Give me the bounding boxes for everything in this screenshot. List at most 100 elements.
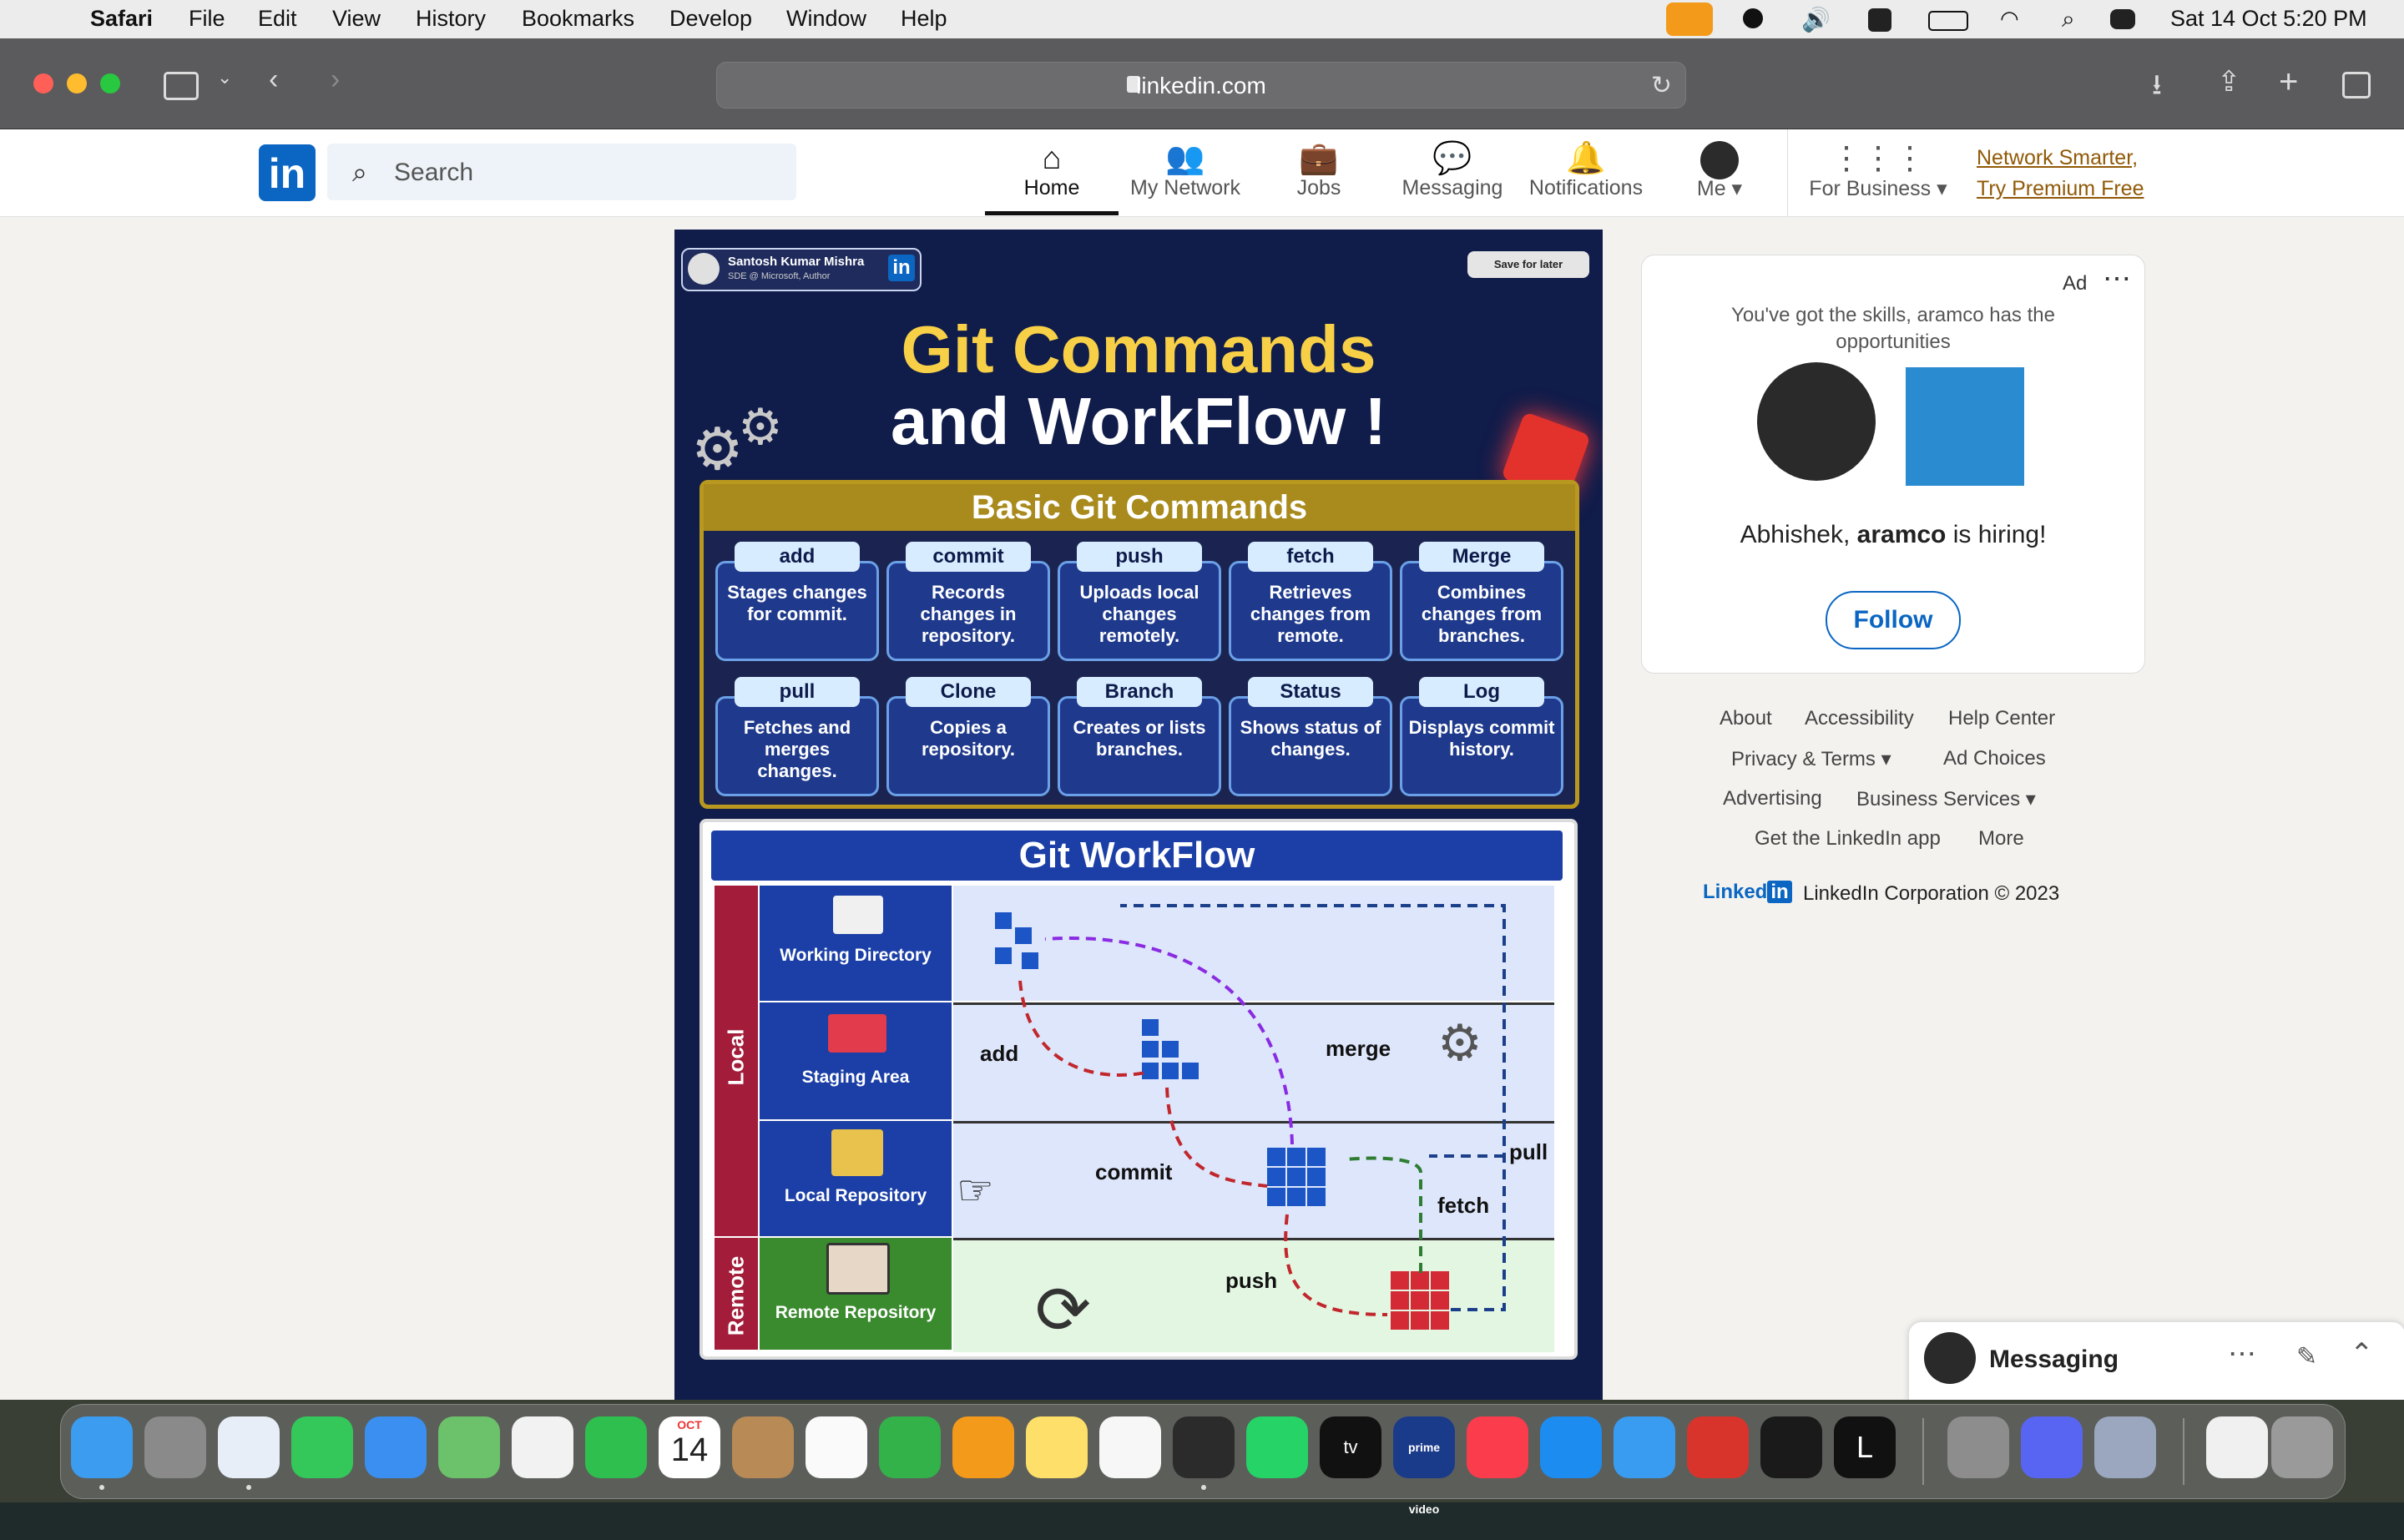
- nav-me[interactable]: Me ▾: [1657, 141, 1782, 201]
- pages-icon[interactable]: [952, 1416, 1014, 1478]
- forward-arrow-icon[interactable]: ›: [331, 63, 340, 96]
- app-store-icon[interactable]: [1540, 1416, 1602, 1478]
- footer-help[interactable]: Help Center: [1948, 707, 2055, 730]
- nav-home[interactable]: ⌂ Home: [989, 141, 1114, 200]
- safari-icon[interactable]: [218, 1416, 280, 1478]
- gear-icon: ⚙: [738, 399, 783, 455]
- nav-network-label: My Network: [1130, 176, 1240, 199]
- premium-link[interactable]: Network Smarter, Try Premium Free: [1977, 143, 2144, 204]
- prime-video-icon[interactable]: prime video: [1393, 1416, 1455, 1516]
- microphone-icon[interactable]: [1666, 3, 1713, 36]
- footer-more[interactable]: More: [1978, 827, 2024, 851]
- wf-merge-label: merge: [1326, 1036, 1391, 1061]
- discord-icon[interactable]: [2021, 1416, 2083, 1478]
- menu-help[interactable]: Help: [901, 6, 947, 32]
- close-window-button[interactable]: [33, 73, 53, 93]
- macos-dock: OCT 14 tv prime video L: [60, 1404, 2346, 1516]
- mail-icon[interactable]: [365, 1416, 427, 1478]
- compose-icon[interactable]: ✎: [2296, 1342, 2317, 1371]
- wf-push-label: push: [1225, 1268, 1278, 1293]
- chevron-down-icon[interactable]: ⌄: [217, 67, 232, 88]
- apple-tv-icon[interactable]: tv: [1320, 1416, 1381, 1478]
- l-app-icon[interactable]: L: [1834, 1416, 1896, 1478]
- control-center-icon[interactable]: [2110, 9, 2135, 29]
- voice-memos-icon[interactable]: [1173, 1416, 1235, 1478]
- maps-icon[interactable]: [438, 1416, 500, 1478]
- footer-about[interactable]: About: [1720, 707, 1772, 730]
- notes-icon[interactable]: [1026, 1416, 1088, 1478]
- gears-icon: ⚙: [1437, 1015, 1482, 1071]
- volume-icon[interactable]: 🔊: [1801, 6, 1831, 33]
- nav-for-business[interactable]: ⋮⋮⋮ For Business ▾: [1803, 141, 1953, 201]
- record-icon[interactable]: [1743, 8, 1763, 28]
- spotlight-search-icon[interactable]: ⌕: [2062, 6, 2075, 33]
- command-name: fetch: [1248, 542, 1373, 572]
- trash-icon[interactable]: [2271, 1416, 2333, 1478]
- battery-icon[interactable]: [1928, 11, 1968, 31]
- finder-icon[interactable]: [71, 1416, 133, 1478]
- freeform-icon[interactable]: [1099, 1416, 1161, 1478]
- photos-icon[interactable]: [512, 1416, 573, 1478]
- follow-button[interactable]: Follow: [1826, 591, 1961, 649]
- command-description: Copies a repository.: [921, 717, 1016, 760]
- remote-desktop-icon[interactable]: [1687, 1416, 1749, 1478]
- calendar-icon[interactable]: OCT 14: [659, 1416, 720, 1478]
- more-options-icon[interactable]: ⋯: [2228, 1337, 2256, 1371]
- document-icon[interactable]: [2206, 1416, 2268, 1478]
- more-options-icon[interactable]: ⋯: [2103, 262, 2131, 295]
- bell-icon: 🔔: [1566, 141, 1606, 176]
- messaging-bar[interactable]: Messaging ⋯ ✎ ⌃: [1908, 1321, 2404, 1400]
- keyboard-icon[interactable]: [1868, 8, 1891, 32]
- chevron-up-icon[interactable]: ⌃: [2350, 1337, 2374, 1371]
- calendar-day: 14: [670, 1431, 709, 1468]
- whatsapp-icon[interactable]: [1246, 1416, 1308, 1478]
- menu-file[interactable]: File: [189, 6, 225, 32]
- music-icon[interactable]: [1467, 1416, 1528, 1478]
- nav-messaging[interactable]: 💬 Messaging: [1390, 141, 1515, 200]
- nav-my-network[interactable]: 👥 My Network: [1123, 141, 1248, 200]
- caret-down-icon: ▾: [1875, 748, 1891, 770]
- nav-notifications[interactable]: 🔔 Notifications: [1523, 141, 1649, 200]
- launchpad-icon[interactable]: [144, 1416, 206, 1478]
- share-icon[interactable]: ⇪: [2217, 65, 2241, 98]
- weather-icon[interactable]: [1614, 1416, 1675, 1478]
- contacts-icon[interactable]: [732, 1416, 794, 1478]
- active-tab-indicator: [985, 211, 1119, 215]
- menu-app-name[interactable]: Safari: [90, 6, 153, 32]
- back-arrow-icon[interactable]: ‹: [269, 63, 278, 96]
- facetime-icon[interactable]: [585, 1416, 647, 1478]
- wifi-icon[interactable]: ◠: [2000, 6, 2019, 32]
- footer-business[interactable]: Business Services ▾: [1856, 787, 2036, 811]
- menu-view[interactable]: View: [332, 6, 381, 32]
- preview-icon[interactable]: [2094, 1416, 2156, 1478]
- nav-jobs[interactable]: 💼 Jobs: [1256, 141, 1381, 200]
- sidebar-toggle-icon[interactable]: [164, 72, 199, 100]
- footer-advertising[interactable]: Advertising: [1723, 787, 1822, 810]
- terminal-icon[interactable]: [1760, 1416, 1822, 1478]
- post-image[interactable]: Santosh Kumar Mishra SDE @ Microsoft, Au…: [674, 230, 1603, 1400]
- linkedin-logo[interactable]: in: [259, 144, 316, 201]
- system-settings-icon[interactable]: [1947, 1416, 2009, 1478]
- minimize-window-button[interactable]: [67, 73, 87, 93]
- tab-overview-icon[interactable]: [2342, 72, 2371, 98]
- menu-bookmarks[interactable]: Bookmarks: [522, 6, 634, 32]
- company-name: aramco: [1856, 521, 1947, 548]
- address-bar[interactable]: linkedin.com ↻: [716, 62, 1686, 109]
- reminders-icon[interactable]: [806, 1416, 867, 1478]
- reload-icon[interactable]: ↻: [1651, 71, 1672, 100]
- menu-edit[interactable]: Edit: [258, 6, 297, 32]
- footer-app[interactable]: Get the LinkedIn app: [1755, 827, 1941, 851]
- downloads-icon[interactable]: ⭳: [2152, 65, 2162, 113]
- footer-accessibility[interactable]: Accessibility: [1805, 707, 1914, 730]
- search-input[interactable]: ⌕ Search: [327, 144, 796, 200]
- messages-icon[interactable]: [291, 1416, 353, 1478]
- maximize-window-button[interactable]: [100, 73, 120, 93]
- menu-develop[interactable]: Develop: [669, 6, 752, 32]
- menu-history[interactable]: History: [416, 6, 486, 32]
- numbers-icon[interactable]: [879, 1416, 941, 1478]
- new-tab-icon[interactable]: +: [2279, 63, 2298, 101]
- menubar-datetime[interactable]: Sat 14 Oct 5:20 PM: [2170, 6, 2367, 32]
- footer-adchoices[interactable]: Ad Choices: [1943, 747, 2046, 770]
- footer-privacy[interactable]: Privacy & Terms ▾: [1731, 747, 1891, 771]
- menu-window[interactable]: Window: [786, 6, 866, 32]
